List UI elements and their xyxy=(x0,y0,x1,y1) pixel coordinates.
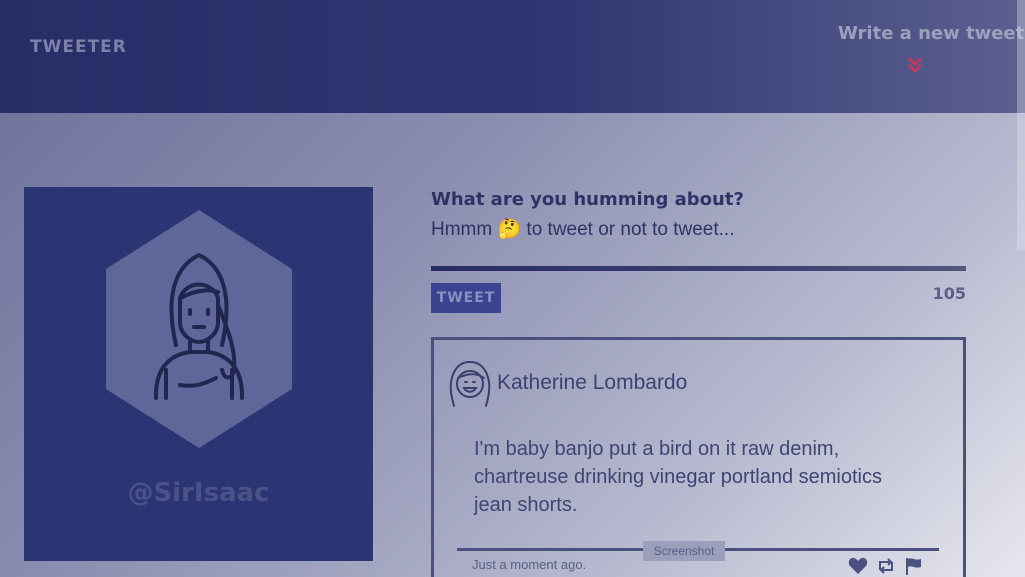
heart-icon[interactable] xyxy=(848,557,868,575)
tweet-body: I'm baby banjo put a bird on it raw deni… xyxy=(474,438,882,516)
input-underline xyxy=(431,266,966,271)
write-new-tweet-link[interactable]: Write a new tweet xyxy=(838,23,1024,44)
app-logo[interactable]: TWEETER xyxy=(30,37,127,57)
scrollbar[interactable] xyxy=(1017,0,1025,250)
character-counter: 105 xyxy=(932,284,966,303)
retweet-icon[interactable] xyxy=(876,557,896,575)
compose-prompt: What are you humming about? xyxy=(431,189,744,210)
tweet-button[interactable]: TWEET xyxy=(431,283,501,313)
avatar-girl-icon xyxy=(106,210,292,448)
double-chevron-down-icon[interactable] xyxy=(906,56,924,74)
author-avatar-icon xyxy=(449,360,491,407)
profile-handle: @SirIsaac xyxy=(127,478,270,508)
flag-icon[interactable] xyxy=(904,557,924,575)
tweet-input[interactable] xyxy=(431,213,966,245)
tweet-author-name[interactable]: Katherine Lombardo xyxy=(497,371,687,395)
tweet-timestamp: Just a moment ago. xyxy=(472,557,587,572)
top-header: TWEETER Write a new tweet xyxy=(0,0,1025,113)
screenshot-label: Screenshot xyxy=(643,541,725,561)
